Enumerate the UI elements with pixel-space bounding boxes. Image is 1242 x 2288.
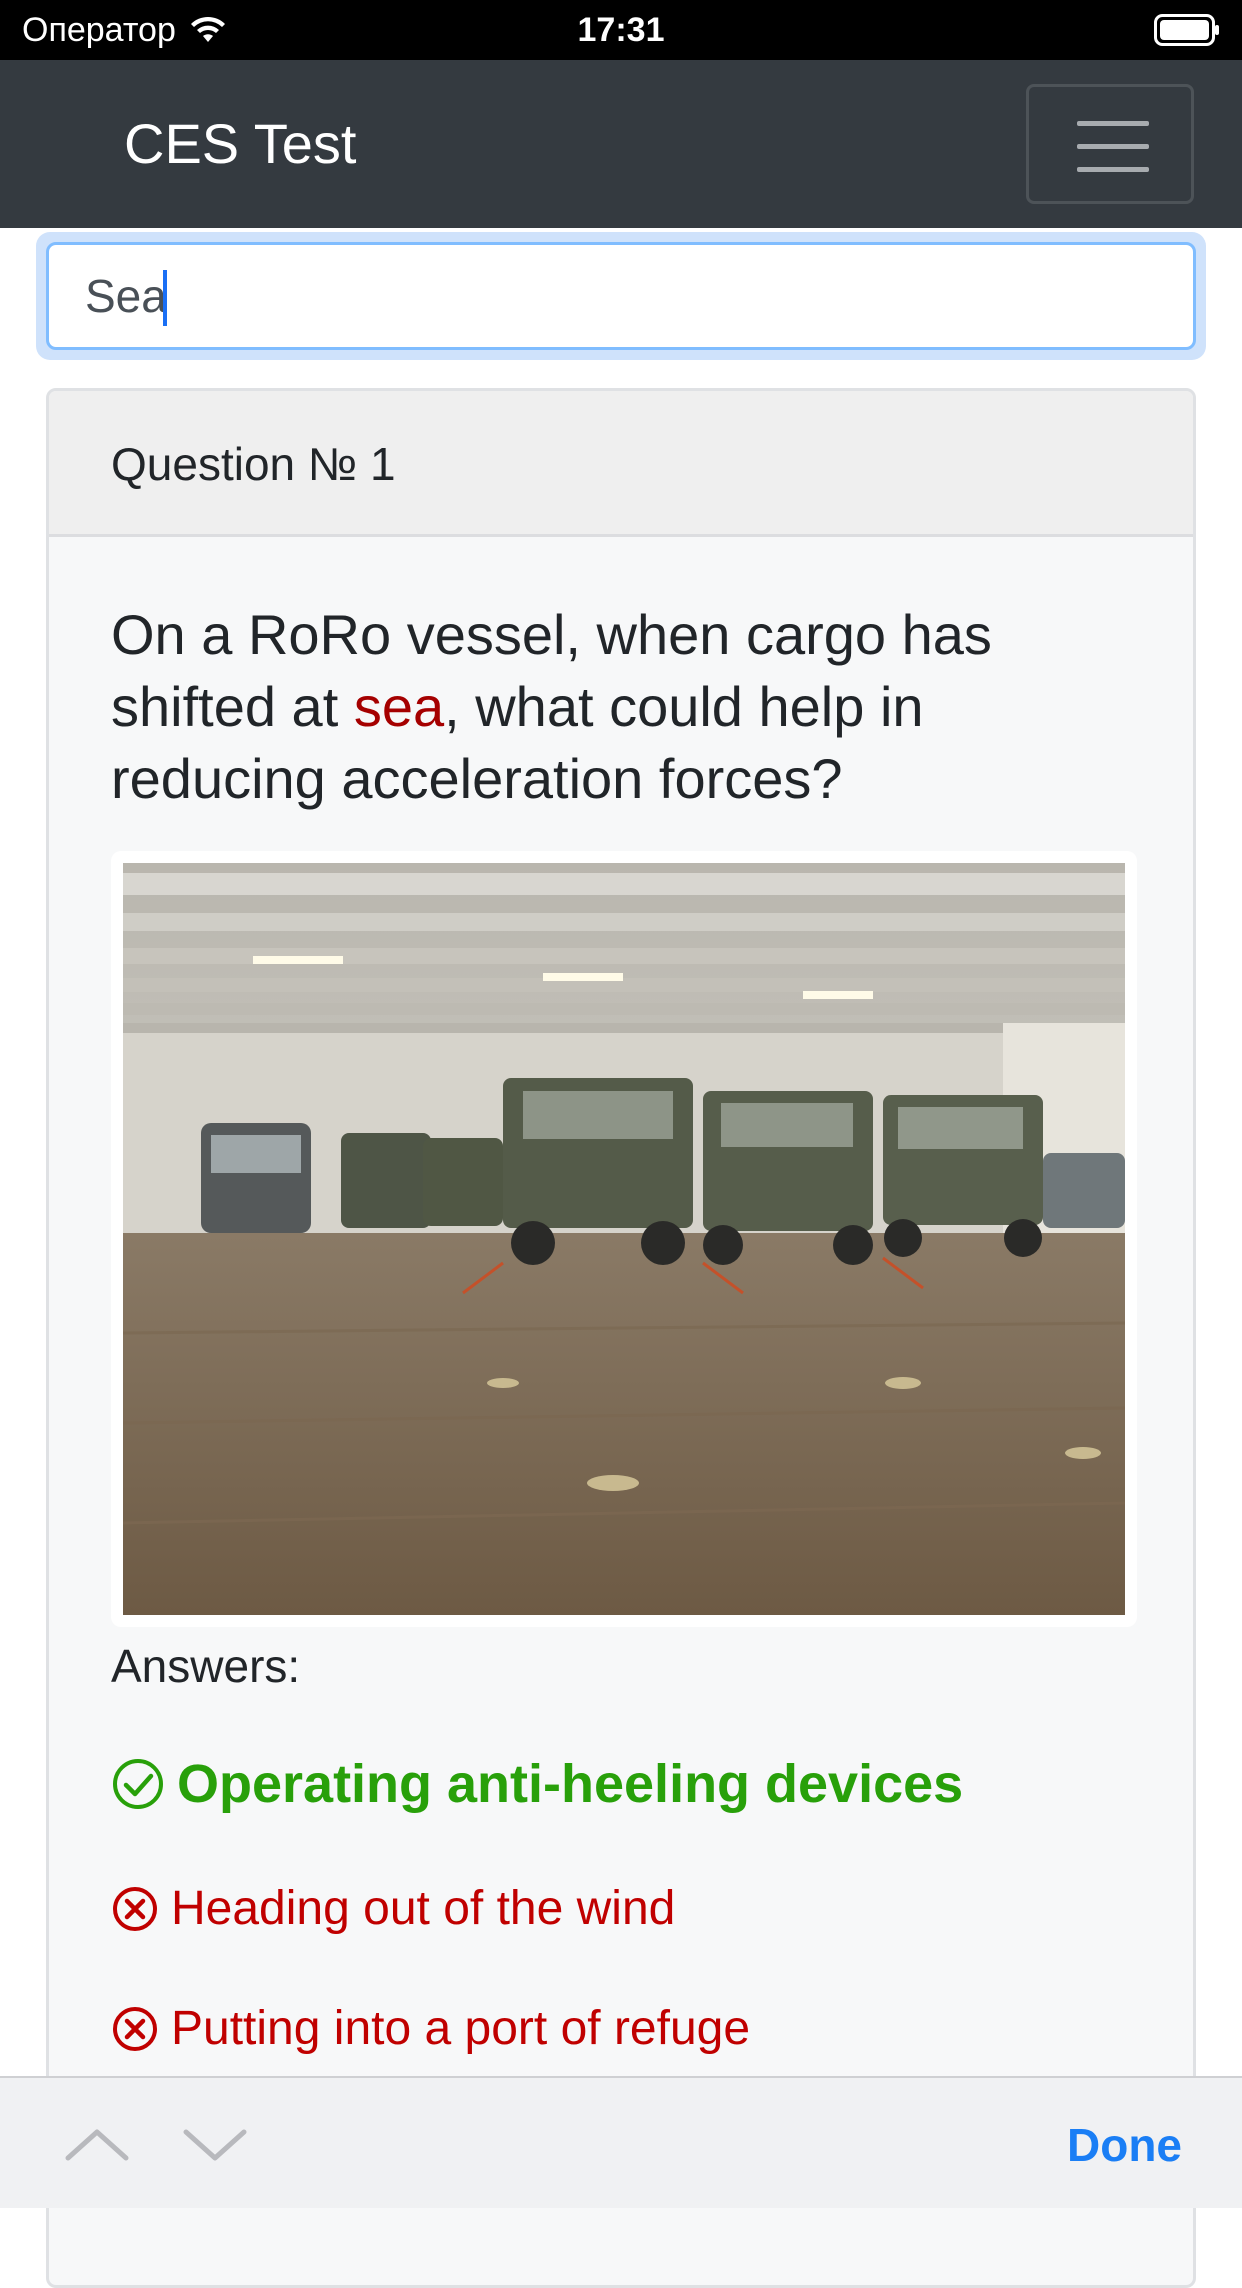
- hamburger-icon-bar: [1077, 144, 1149, 149]
- hamburger-icon: [1077, 121, 1149, 126]
- question-image: [123, 863, 1125, 1615]
- answers-label: Answers:: [111, 1640, 301, 1692]
- question-text: On a RoRo vessel, when cargo has shifted…: [111, 599, 1131, 815]
- x-circle-icon: [113, 1886, 157, 1931]
- question-number: Question № 1: [111, 438, 396, 490]
- question-image-frame: [111, 851, 1137, 1627]
- keyboard-toolbar: Done: [0, 2076, 1242, 2208]
- chevron-down-icon[interactable]: [180, 2124, 250, 2164]
- status-time: 17:31: [577, 11, 665, 49]
- answer-text: Operating anti-heeling devices: [177, 1754, 964, 1814]
- status-bar: Оператор 17:31: [0, 0, 1242, 60]
- answer-item-wrong: Heading out of the wind: [111, 1881, 675, 1936]
- chevron-up-icon[interactable]: [62, 2124, 132, 2164]
- battery-icon: [1154, 14, 1219, 46]
- x-circle-icon: [113, 2006, 157, 2051]
- done-button[interactable]: Done: [1067, 2118, 1182, 2172]
- question-card: Question № 1 On a RoRo vessel, when carg…: [46, 388, 1196, 2288]
- brand-title[interactable]: CES Test: [124, 112, 356, 176]
- check-circle-icon: [113, 1759, 163, 1809]
- answer-text: Putting into a port of refuge: [171, 2002, 751, 2055]
- answer-item-wrong: Putting into a port of refuge: [111, 2001, 750, 2056]
- hamburger-icon-bar: [1077, 167, 1149, 172]
- search-input[interactable]: [46, 242, 1196, 350]
- text-caret: [163, 270, 167, 326]
- card-header: Question № 1: [49, 391, 1193, 537]
- navbar: CES Test: [0, 60, 1242, 228]
- answer-item-correct: Operating anti-heeling devices: [111, 1753, 963, 1815]
- search-highlight: sea: [353, 675, 445, 738]
- menu-toggle-button[interactable]: [1026, 84, 1194, 204]
- answer-text: Heading out of the wind: [171, 1882, 676, 1935]
